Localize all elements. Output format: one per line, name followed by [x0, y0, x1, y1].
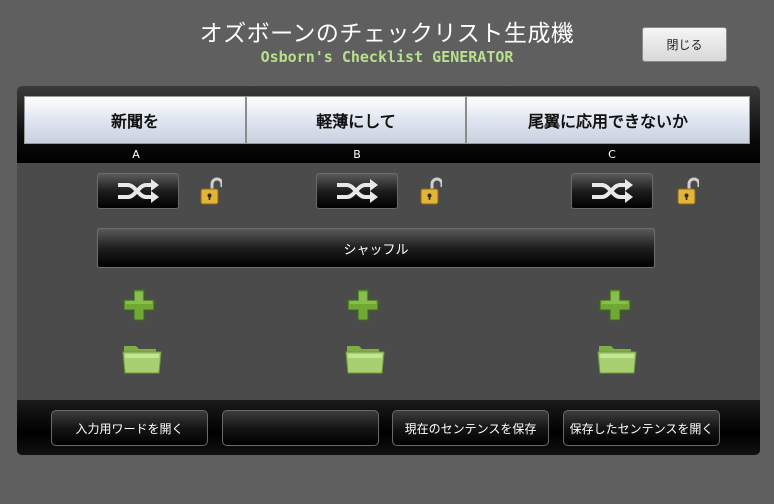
folder-icon: [345, 346, 385, 374]
shuffle-button-a[interactable]: [97, 173, 179, 209]
add-word-c-button[interactable]: [599, 289, 631, 321]
plus-icon: [123, 289, 155, 321]
add-word-a-button[interactable]: [123, 289, 155, 321]
shuffle-all-button[interactable]: シャッフル: [97, 228, 655, 268]
shuffle-icon: [592, 179, 633, 203]
word-cell-a: 新聞を: [25, 97, 247, 143]
sentence-row: 新聞を 軽薄にして 尾翼に応用できないか: [24, 96, 750, 144]
word-cell-c: 尾翼に応用できないか: [467, 97, 749, 143]
empty-button[interactable]: [222, 410, 379, 446]
footer-toolbar: 入力用ワードを開く 現在のセンテンスを保存 保存したセンテンスを開く: [17, 400, 760, 455]
open-folder-c-button[interactable]: [597, 342, 637, 374]
open-folder-a-button[interactable]: [122, 342, 162, 374]
open-saved-sentence-button[interactable]: 保存したセンテンスを開く: [563, 410, 720, 446]
word-cell-b: 軽薄にして: [247, 97, 467, 143]
save-sentence-button[interactable]: 現在のセンテンスを保存: [392, 410, 549, 446]
unlocked-padlock-icon[interactable]: [677, 176, 701, 206]
add-word-b-button[interactable]: [347, 289, 379, 321]
main-panel: 新聞を 軽薄にして 尾翼に応用できないか A B C シャッフル 入力用ワードを…: [17, 86, 760, 455]
column-label-a: A: [132, 148, 140, 161]
shuffle-button-b[interactable]: [316, 173, 398, 209]
open-input-words-button[interactable]: 入力用ワードを開く: [51, 410, 208, 446]
unlocked-padlock-icon[interactable]: [200, 176, 224, 206]
shuffle-icon: [337, 179, 378, 203]
plus-icon: [347, 289, 379, 321]
column-label-b: B: [353, 148, 361, 161]
folder-icon: [122, 346, 162, 374]
sentence-header: 新聞を 軽薄にして 尾翼に応用できないか A B C: [17, 86, 760, 163]
unlocked-padlock-icon[interactable]: [420, 176, 444, 206]
shuffle-button-c[interactable]: [571, 173, 653, 209]
open-folder-b-button[interactable]: [345, 342, 385, 374]
folder-icon: [597, 346, 637, 374]
plus-icon: [599, 289, 631, 321]
shuffle-icon: [118, 179, 159, 203]
column-label-c: C: [608, 148, 616, 161]
close-button[interactable]: 閉じる: [642, 27, 727, 62]
